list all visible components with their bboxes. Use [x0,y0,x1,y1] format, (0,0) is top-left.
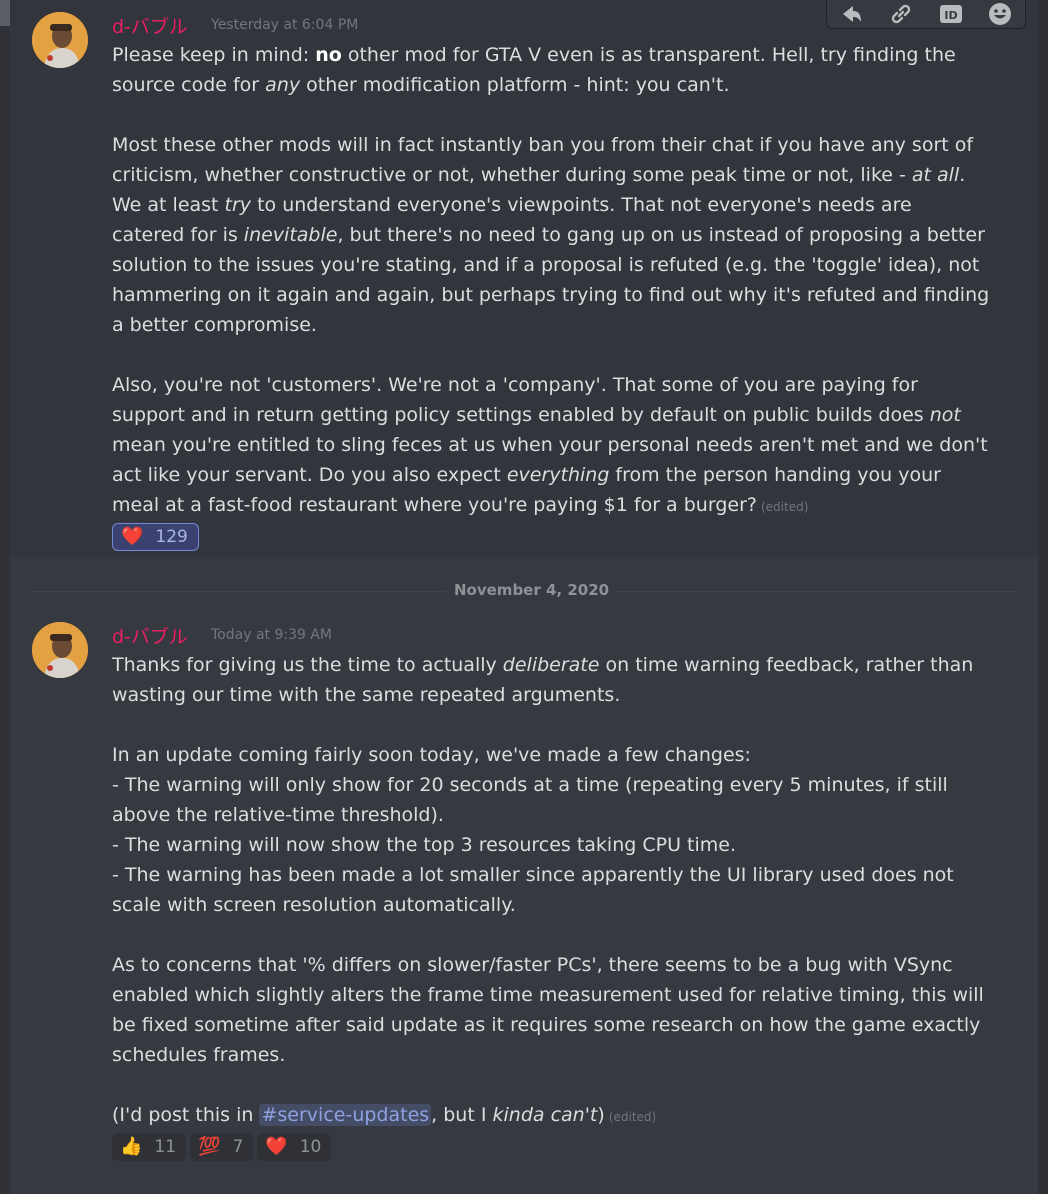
reaction-heart[interactable]: ❤️ 129 [112,523,199,551]
reaction-count: 10 [299,1137,322,1157]
link-icon[interactable] [886,2,916,26]
channel-mention-link[interactable]: #service-updates [259,1104,432,1126]
reaction-thumbs-up[interactable]: 👍 11 [112,1133,187,1161]
message-timestamp: Yesterday at 6:04 PM [211,17,359,33]
reaction-count: 129 [155,527,188,547]
date-divider-label: November 4, 2020 [446,581,618,599]
user-avatar[interactable] [32,622,88,678]
reactions-bar: ❤️ 129 [112,523,199,551]
edited-label: (edited) [760,500,809,514]
edited-label: (edited) [608,1110,657,1124]
heart-emoji-icon: ❤️ [265,1136,288,1157]
heart-emoji-icon: ❤️ [121,526,144,547]
left-sidebar-edge [0,0,10,1194]
message-content: Thanks for giving us the time to actuall… [112,654,984,1126]
message-timestamp: Today at 9:39 AM [211,627,333,643]
sidebar-corner [0,0,10,26]
thumbs-up-emoji-icon: 👍 [120,1136,143,1157]
id-icon[interactable]: ID [936,2,966,26]
svg-text:ID: ID [944,9,957,22]
reaction-heart[interactable]: ❤️ 10 [257,1133,332,1161]
reaction-count: 11 [154,1137,177,1157]
reaction-count: 7 [232,1137,244,1157]
emoji-icon[interactable] [985,2,1015,26]
reactions-bar: 👍 11 💯 7 ❤️ 10 [112,1133,332,1161]
message-toolbar: ID [826,0,1026,29]
message-author[interactable]: d-バブル [112,12,188,39]
message-content: Please keep in mind: no other mod for GT… [112,44,990,516]
reply-icon[interactable] [837,2,867,26]
message-author[interactable]: d-バブル [112,622,188,649]
user-avatar[interactable] [32,12,88,68]
scrollbar-track[interactable] [1038,0,1048,1194]
hundred-emoji-icon: 💯 [198,1136,221,1157]
reaction-hundred[interactable]: 💯 7 [190,1133,254,1161]
